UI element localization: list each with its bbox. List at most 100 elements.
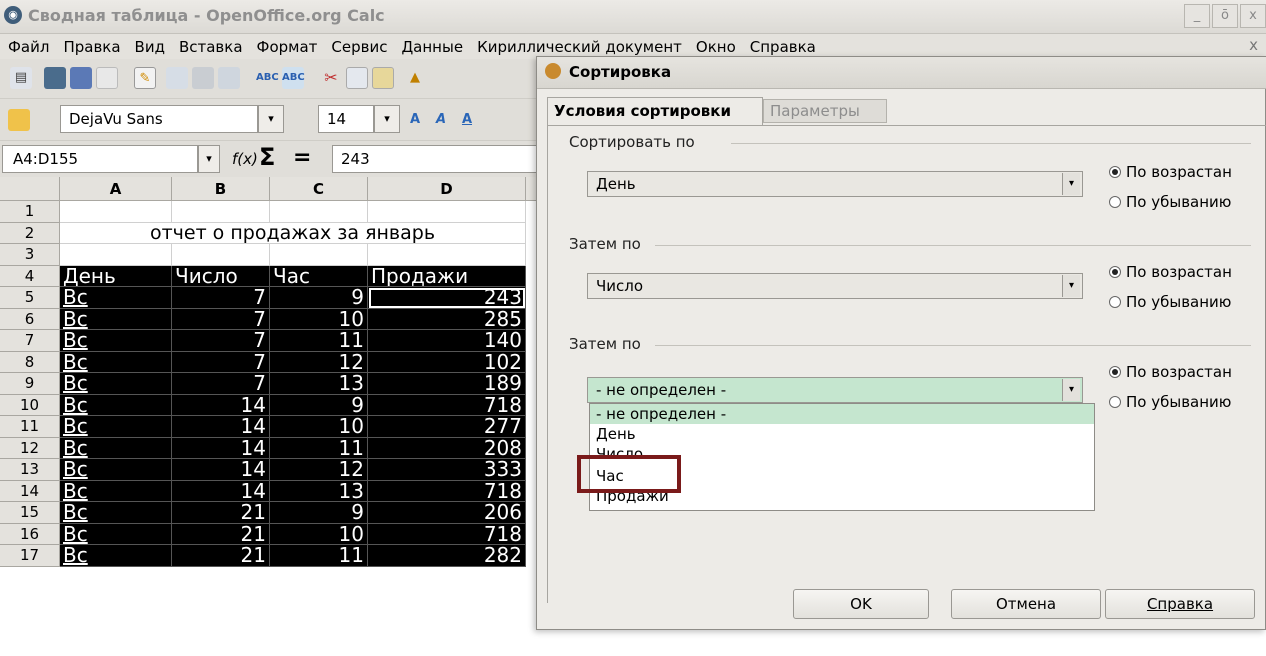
templates-icon[interactable] xyxy=(44,67,66,89)
bold-icon[interactable]: A xyxy=(404,109,426,131)
header-cell[interactable]: Час xyxy=(270,265,368,287)
data-cell[interactable]: 718 xyxy=(368,523,526,545)
data-cell[interactable]: Вс xyxy=(60,394,172,416)
menu-cyrillic-document[interactable]: Кириллический документ xyxy=(477,38,682,56)
ok-button[interactable]: OK xyxy=(793,589,929,619)
dropdown-option[interactable]: - не определен - xyxy=(590,404,1094,424)
menu-window[interactable]: Окно xyxy=(696,38,736,56)
data-cell[interactable]: 189 xyxy=(368,373,526,395)
data-cell[interactable]: 14 xyxy=(172,416,270,438)
cancel-button[interactable]: Отмена xyxy=(951,589,1101,619)
data-cell[interactable]: 285 xyxy=(368,308,526,330)
sort-key3-select[interactable]: - не определен - ▾ xyxy=(587,377,1083,403)
cell[interactable] xyxy=(270,201,368,223)
sort-key2-select[interactable]: Число ▾ xyxy=(587,273,1083,299)
email-icon[interactable] xyxy=(96,67,118,89)
data-cell[interactable]: 21 xyxy=(172,502,270,524)
key1-descending-radio[interactable]: По убыванию xyxy=(1109,193,1231,211)
column-header[interactable]: A xyxy=(60,177,172,201)
data-cell[interactable]: 277 xyxy=(368,416,526,438)
data-cell[interactable]: Вс xyxy=(60,308,172,330)
format-paintbrush-icon[interactable]: ▲ xyxy=(404,67,426,89)
header-cell[interactable]: День xyxy=(60,265,172,287)
column-header[interactable]: B xyxy=(172,177,270,201)
print-icon[interactable] xyxy=(192,67,214,89)
document-close-button[interactable]: x xyxy=(1249,36,1258,54)
page-preview-icon[interactable] xyxy=(218,67,240,89)
data-cell[interactable]: 243 xyxy=(368,287,526,309)
sort-key1-select[interactable]: День ▾ xyxy=(587,171,1083,197)
row-header[interactable]: 8 xyxy=(0,351,60,373)
copy-icon[interactable] xyxy=(346,67,368,89)
autospellcheck-icon[interactable]: ABC xyxy=(282,67,305,89)
name-box-input[interactable]: A4:D155 xyxy=(2,145,198,173)
data-cell[interactable]: 282 xyxy=(368,545,526,567)
menu-file[interactable]: Файл xyxy=(8,38,49,56)
spellcheck-icon[interactable]: ABC xyxy=(256,67,279,89)
header-cell[interactable]: Продажи xyxy=(368,265,526,287)
data-cell[interactable]: 718 xyxy=(368,480,526,502)
menu-insert[interactable]: Вставка xyxy=(179,38,243,56)
tab-sort-criteria[interactable]: Условия сортировки xyxy=(547,97,763,125)
edit-file-icon[interactable]: ✎ xyxy=(134,67,156,89)
close-window-button[interactable]: x xyxy=(1240,4,1266,28)
tab-options[interactable]: Параметры xyxy=(763,99,887,123)
row-header[interactable]: 15 xyxy=(0,502,60,524)
data-cell[interactable]: 11 xyxy=(270,545,368,567)
data-cell[interactable]: 7 xyxy=(172,351,270,373)
row-header[interactable]: 16 xyxy=(0,523,60,545)
formula-input[interactable]: 243 xyxy=(332,145,552,173)
new-document-icon[interactable]: ▤ xyxy=(10,67,32,89)
column-header[interactable]: D xyxy=(368,177,526,201)
data-cell[interactable]: 14 xyxy=(172,437,270,459)
key1-ascending-radio[interactable]: По возрастан xyxy=(1109,163,1232,181)
menu-data[interactable]: Данные xyxy=(401,38,463,56)
row-header[interactable]: 17 xyxy=(0,545,60,567)
key2-descending-radio[interactable]: По убыванию xyxy=(1109,293,1231,311)
italic-icon[interactable]: A xyxy=(430,109,452,131)
key2-ascending-radio[interactable]: По возрастан xyxy=(1109,263,1232,281)
spreadsheet-grid[interactable]: A B C D 1 2 отчет о продажах за январь 3 4 Де… xyxy=(0,177,540,656)
row-header[interactable]: 3 xyxy=(0,244,60,266)
cell[interactable] xyxy=(60,244,172,266)
chevron-down-icon[interactable]: ▾ xyxy=(374,105,400,133)
cut-icon[interactable]: ✂ xyxy=(320,67,342,89)
dropdown-option[interactable]: День xyxy=(590,424,1094,444)
column-header[interactable]: C xyxy=(270,177,368,201)
data-cell[interactable]: 12 xyxy=(270,351,368,373)
data-cell[interactable]: 11 xyxy=(270,330,368,352)
data-cell[interactable]: 102 xyxy=(368,351,526,373)
sum-icon[interactable]: Σ xyxy=(259,143,275,171)
data-cell[interactable]: 10 xyxy=(270,416,368,438)
paste-icon[interactable] xyxy=(372,67,394,89)
key3-descending-radio[interactable]: По убыванию xyxy=(1109,393,1231,411)
cell[interactable] xyxy=(172,244,270,266)
data-cell[interactable]: 11 xyxy=(270,437,368,459)
data-cell[interactable]: 14 xyxy=(172,480,270,502)
data-cell[interactable]: 21 xyxy=(172,545,270,567)
row-header[interactable]: 13 xyxy=(0,459,60,481)
row-header[interactable]: 4 xyxy=(0,265,60,287)
row-header[interactable]: 12 xyxy=(0,437,60,459)
data-cell[interactable]: 7 xyxy=(172,373,270,395)
corner-select-all[interactable] xyxy=(0,177,60,201)
data-cell[interactable]: Вс xyxy=(60,287,172,309)
data-cell[interactable]: 13 xyxy=(270,373,368,395)
menu-format[interactable]: Формат xyxy=(257,38,318,56)
data-cell[interactable]: 13 xyxy=(270,480,368,502)
report-title-cell[interactable]: отчет о продажах за январь xyxy=(60,222,526,244)
data-cell[interactable]: 333 xyxy=(368,459,526,481)
data-cell[interactable]: 9 xyxy=(270,502,368,524)
data-cell[interactable]: Вс xyxy=(60,523,172,545)
row-header[interactable]: 9 xyxy=(0,373,60,395)
cell[interactable] xyxy=(368,201,526,223)
row-header[interactable]: 6 xyxy=(0,308,60,330)
data-cell[interactable]: Вс xyxy=(60,330,172,352)
data-cell[interactable]: 21 xyxy=(172,523,270,545)
data-cell[interactable]: Вс xyxy=(60,437,172,459)
styles-icon[interactable] xyxy=(8,109,30,131)
export-pdf-icon[interactable] xyxy=(166,67,188,89)
row-header[interactable]: 5 xyxy=(0,287,60,309)
underline-icon[interactable]: A xyxy=(456,109,478,131)
data-cell[interactable]: 206 xyxy=(368,502,526,524)
